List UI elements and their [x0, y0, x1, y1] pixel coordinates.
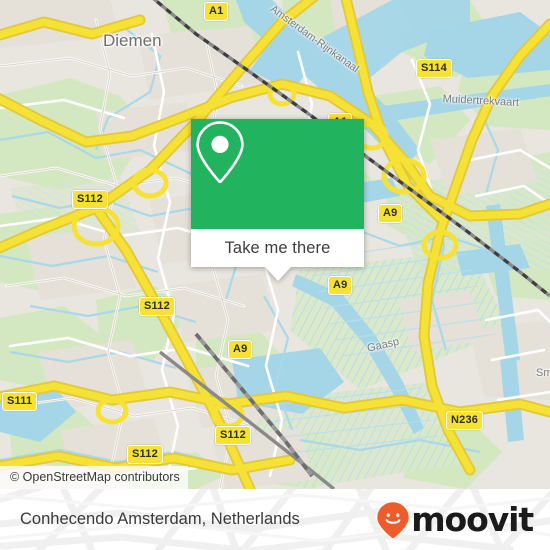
- road-shield-s112-d[interactable]: S112: [127, 445, 163, 464]
- road-shield-a9-a[interactable]: A9: [378, 204, 403, 223]
- moovit-pin-smiley-icon: [377, 501, 409, 538]
- road-shield-s114[interactable]: S114: [416, 59, 452, 78]
- road-shield-s112-c[interactable]: S112: [215, 426, 251, 445]
- map-label-smal: Sm: [536, 367, 550, 379]
- callout-icon-panel: [191, 119, 364, 229]
- map-canvas[interactable]: Diemen Amsterdam-Rijnkanaal Muidertrekva…: [0, 0, 550, 489]
- footer-bar: Conhecendo Amsterdam, Netherlands moovit: [0, 489, 550, 550]
- road-shield-a9-c[interactable]: A9: [228, 340, 253, 359]
- take-me-there-label: Take me there: [224, 238, 331, 257]
- road-shield-s112-a[interactable]: S112: [72, 190, 108, 209]
- osm-attribution[interactable]: © OpenStreetMap contributors: [0, 466, 188, 489]
- road-shield-a9-b[interactable]: A9: [328, 276, 353, 295]
- map-label-diemen: Diemen: [103, 31, 162, 50]
- moovit-wordmark: moovit: [411, 500, 534, 539]
- screenshot-root: Diemen Amsterdam-Rijnkanaal Muidertrekva…: [0, 0, 550, 550]
- road-shield-n236[interactable]: N236: [446, 411, 484, 430]
- road-shield-s111[interactable]: S111: [2, 392, 38, 411]
- road-shield-s112-b[interactable]: S112: [139, 297, 175, 316]
- location-callout-card[interactable]: Take me there: [191, 119, 364, 281]
- callout-pointer: [265, 267, 291, 281]
- moovit-logo[interactable]: moovit: [376, 489, 534, 550]
- callout-action-panel[interactable]: Take me there: [191, 229, 364, 267]
- road-shield-a1[interactable]: A1: [204, 2, 229, 21]
- map-pin-icon: [196, 121, 244, 184]
- page-title: Conhecendo Amsterdam, Netherlands: [20, 510, 300, 528]
